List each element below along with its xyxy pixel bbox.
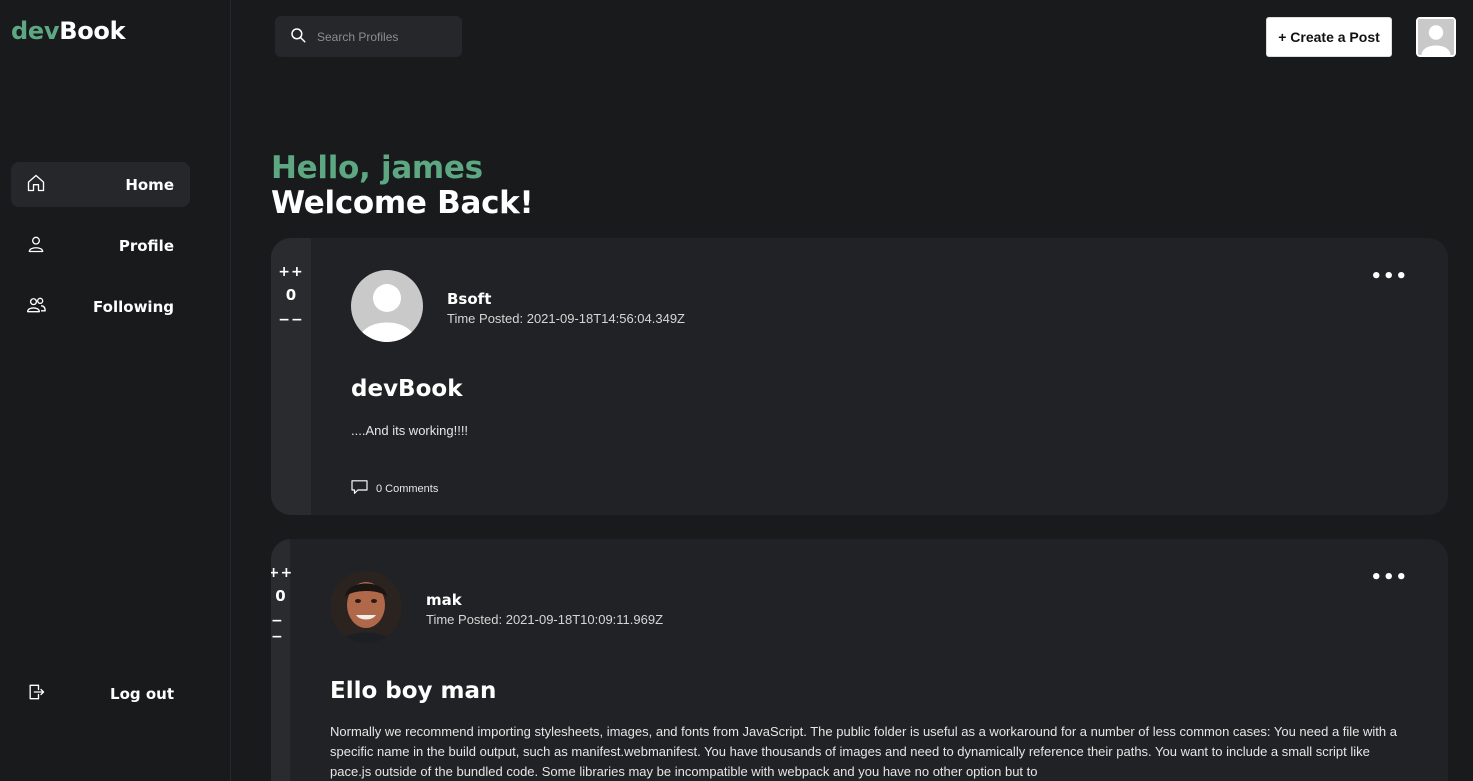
sidebar: devBook Home Profile Following Log out	[0, 0, 231, 781]
vote-count: 0	[285, 286, 297, 304]
app-logo[interactable]: devBook	[11, 17, 126, 45]
sidebar-item-profile[interactable]: Profile	[11, 223, 190, 268]
post-card: ++ 0 −− Bsoft Time Posted: 2021-09-18T14…	[271, 238, 1448, 515]
more-options-icon[interactable]: •••	[1370, 266, 1408, 287]
create-post-button[interactable]: + Create a Post	[1266, 17, 1392, 57]
sidebar-item-following[interactable]: Following	[11, 284, 190, 329]
post-title: devBook	[351, 376, 463, 402]
sidebar-item-label: Profile	[118, 236, 174, 255]
home-icon	[26, 173, 46, 197]
comments-count: 0 Comments	[376, 483, 439, 495]
post-title: Ello boy man	[330, 678, 497, 704]
users-icon	[26, 295, 46, 319]
vote-panel: ++ 0 −−	[271, 238, 311, 515]
author-photo	[330, 571, 402, 643]
sidebar-item-home[interactable]: Home	[11, 162, 190, 207]
post-body: Normally we recommend importing styleshe…	[330, 724, 1397, 779]
avatar-placeholder-icon	[351, 270, 423, 342]
logo-suffix: Book	[59, 17, 126, 45]
search-bar[interactable]	[275, 16, 462, 57]
upvote-button[interactable]: ++	[278, 264, 303, 280]
post-card: ++ 0 −− mak Time Posted: 2021-09-18T10:0…	[271, 539, 1448, 781]
author-avatar[interactable]	[351, 270, 423, 342]
post-body: ....And its working!!!!	[351, 423, 469, 438]
more-options-icon[interactable]: •••	[1370, 567, 1408, 588]
search-input[interactable]	[317, 29, 457, 44]
greeting-welcome: Welcome Back!	[271, 185, 534, 221]
sidebar-item-label: Following	[93, 297, 174, 316]
author-avatar[interactable]	[330, 571, 402, 643]
search-icon	[289, 26, 317, 48]
logout-label: Log out	[110, 684, 174, 703]
post-time: Time Posted: 2021-09-18T14:56:04.349Z	[447, 311, 685, 326]
logout-button[interactable]: Log out	[11, 671, 190, 716]
post-author[interactable]: mak	[426, 591, 462, 609]
downvote-button[interactable]: −−	[271, 613, 290, 645]
greeting-hello: Hello, james	[271, 150, 483, 186]
post-author[interactable]: Bsoft	[447, 290, 491, 308]
upvote-button[interactable]: ++	[271, 565, 293, 581]
comment-icon	[351, 480, 376, 498]
post-time: Time Posted: 2021-09-18T10:09:11.969Z	[426, 612, 664, 627]
vote-count: 0	[275, 587, 286, 605]
user-avatar[interactable]	[1416, 17, 1456, 57]
vote-panel: ++ 0 −−	[271, 539, 293, 781]
avatar-placeholder-icon	[1418, 19, 1454, 55]
logout-icon	[26, 682, 46, 706]
logo-prefix: dev	[11, 17, 60, 45]
sidebar-item-label: Home	[125, 175, 174, 194]
comments-link[interactable]: 0 Comments	[351, 480, 438, 498]
downvote-button[interactable]: −−	[278, 312, 303, 328]
user-icon	[26, 234, 46, 258]
